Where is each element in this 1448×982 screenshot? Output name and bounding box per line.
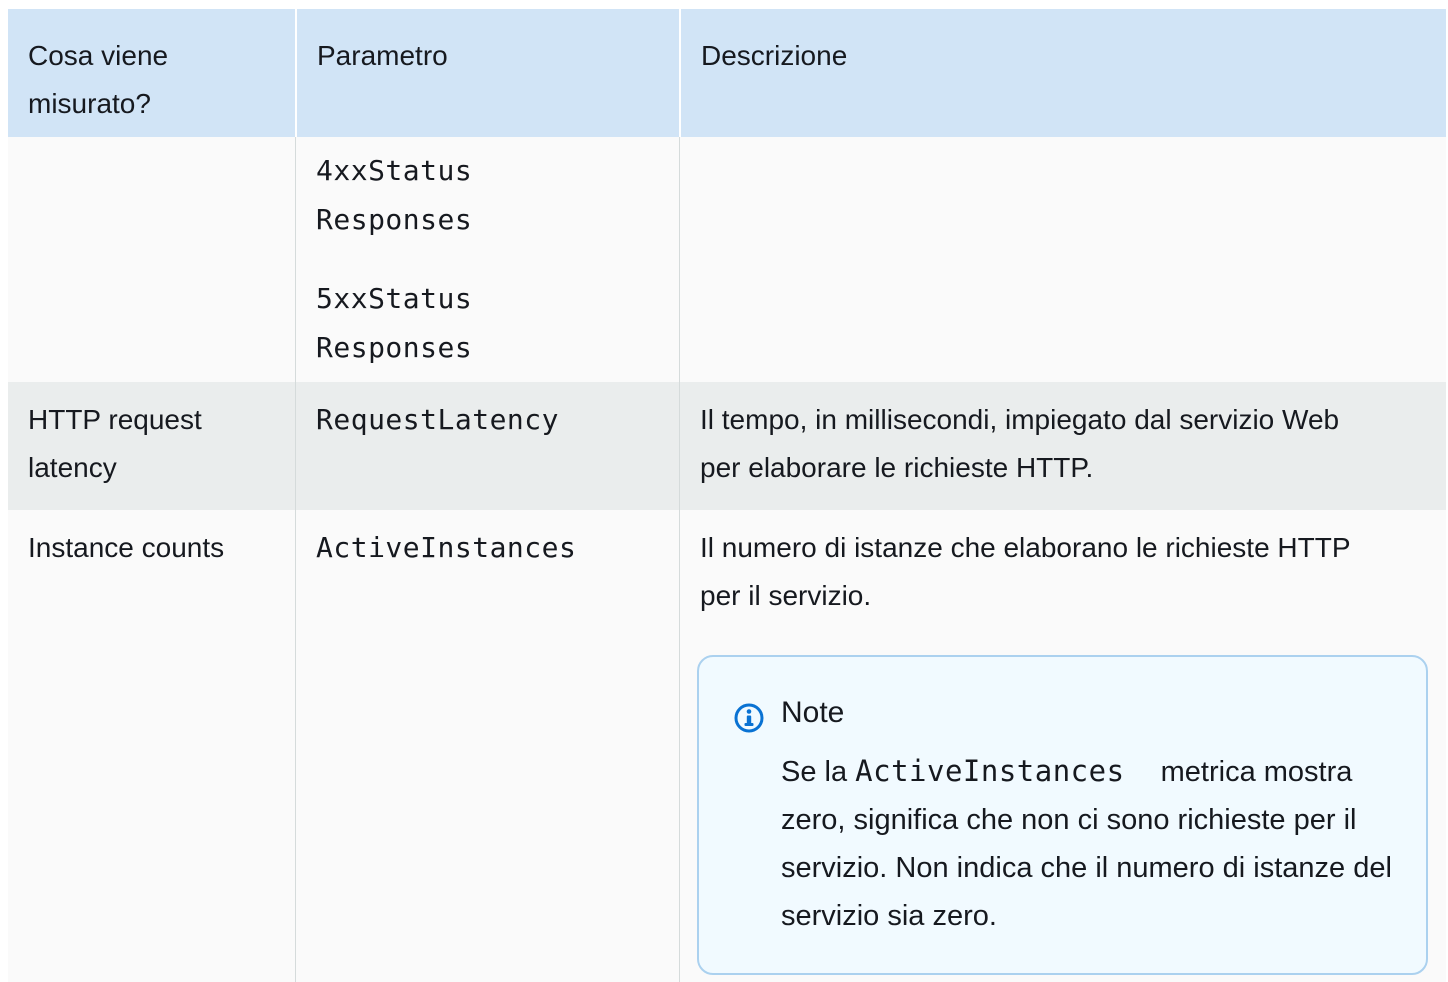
cell-description: [679, 137, 1446, 382]
parameter-4xx: 4xxStatus Responses: [316, 154, 473, 236]
note-title: Note: [781, 696, 845, 729]
cell-what: [8, 137, 295, 382]
table-row: HTTP request latency RequestLatency Il t…: [8, 382, 1446, 510]
description-text: Il numero di istanze che elaborano le ri…: [700, 532, 1351, 611]
cell-what: HTTP request latency: [8, 382, 295, 510]
parameter-active-instances: ActiveInstances: [316, 531, 577, 564]
parameter-request-latency: RequestLatency: [316, 403, 560, 436]
header-what-measured: Cosa viene misurato?: [8, 9, 295, 137]
parameter-5xx: 5xxStatus Responses: [316, 282, 473, 364]
table-header-row: Cosa viene misurato? Parametro Descrizio…: [8, 9, 1446, 137]
note-callout: Note Se la ActiveInstances metrica mostr…: [697, 655, 1428, 975]
cell-what: Instance counts: [8, 510, 295, 982]
description-text: Il tempo, in millisecondi, impiegato dal…: [700, 404, 1340, 483]
cell-parameter: RequestLatency: [295, 382, 679, 510]
note-body-code: ActiveInstances: [855, 754, 1125, 788]
cell-parameter: ActiveInstances: [295, 510, 679, 982]
header-description: Descrizione: [679, 9, 1446, 137]
info-icon: [734, 703, 764, 733]
cell-description: Il tempo, in millisecondi, impiegato dal…: [679, 382, 1446, 510]
table-row: 4xxStatus Responses 5xxStatus Responses: [8, 137, 1446, 382]
cell-parameter: 4xxStatus Responses 5xxStatus Responses: [295, 137, 679, 382]
header-parameter: Parametro: [295, 9, 679, 137]
note-body-prefix: Se la: [781, 756, 848, 788]
note-body: Se la ActiveInstances metrica mostra zer…: [781, 747, 1411, 940]
